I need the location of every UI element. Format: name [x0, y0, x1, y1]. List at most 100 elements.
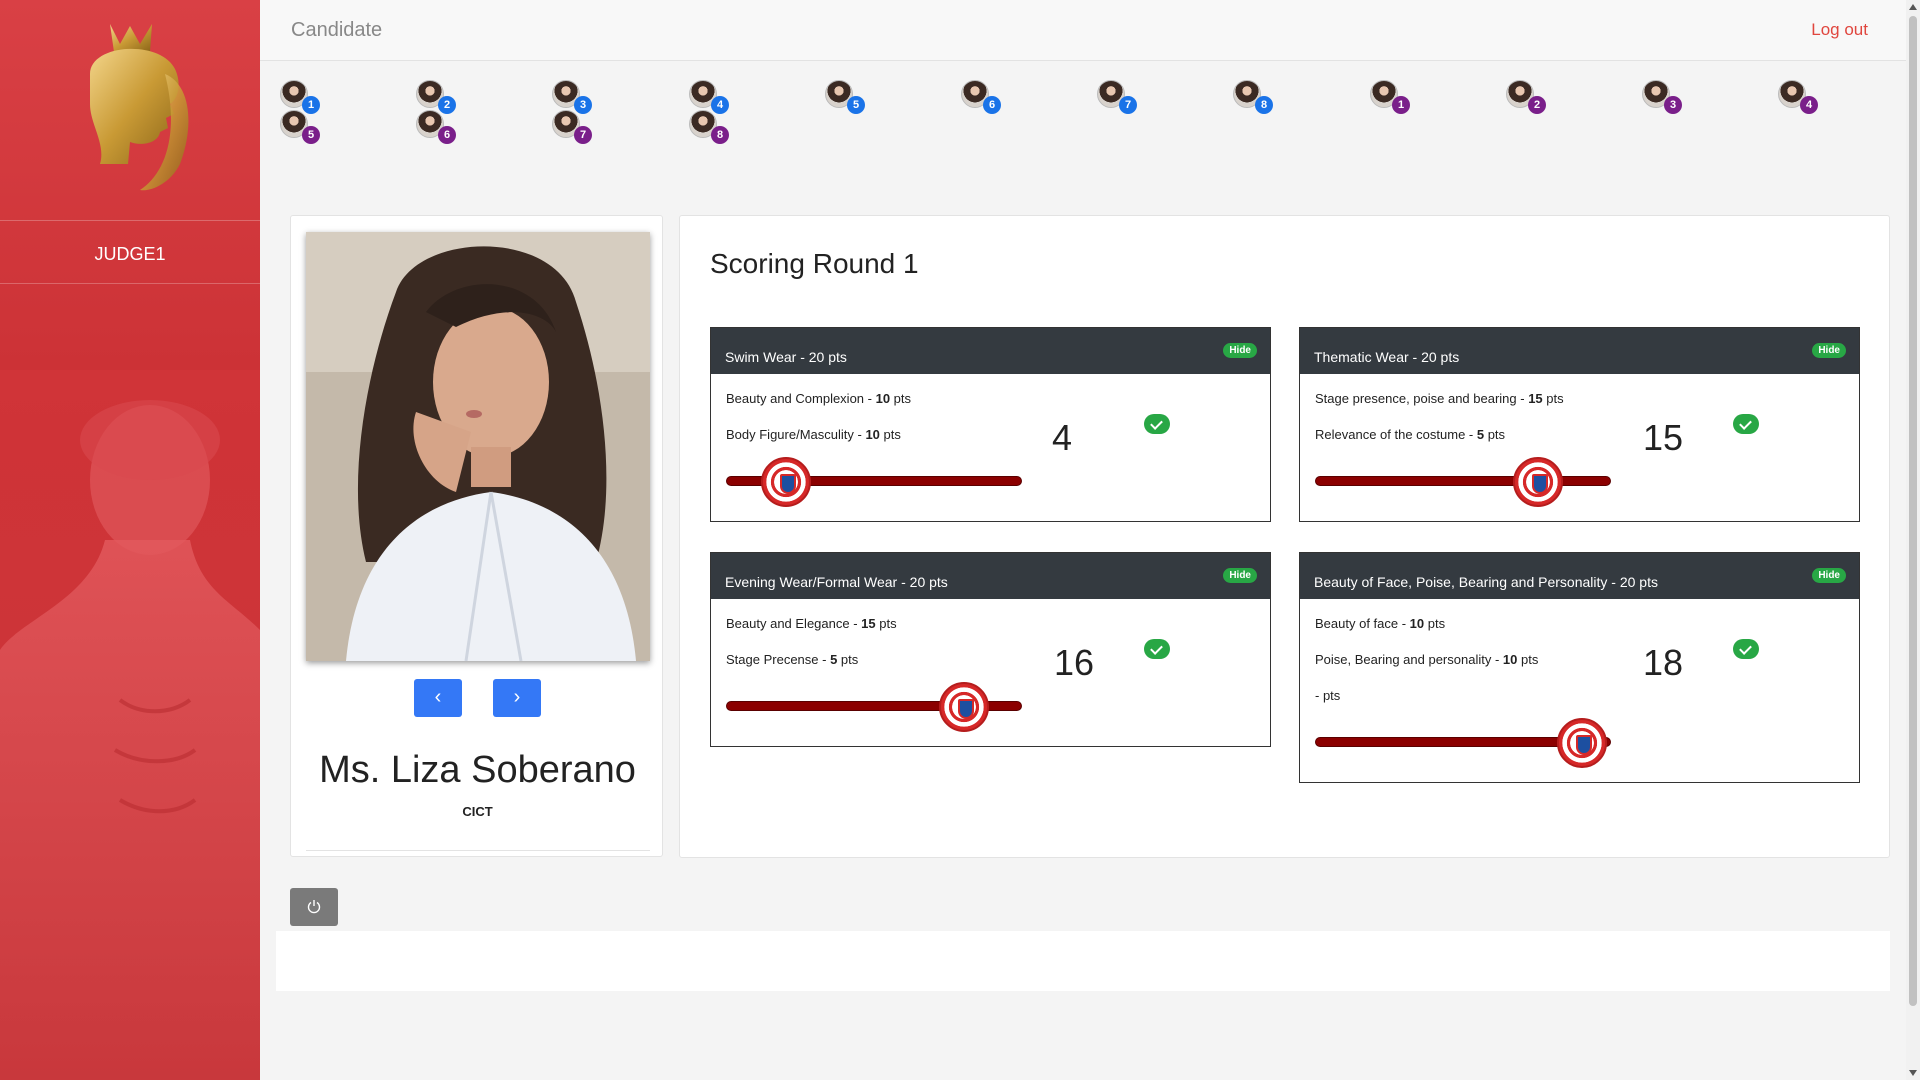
score-slider[interactable] [726, 457, 1022, 507]
candidate-number-badge: 5 [302, 126, 320, 144]
subitem-points: 10 [1502, 652, 1518, 667]
subitem-points: 5 [1476, 427, 1485, 442]
scrollbar-thumb[interactable] [1909, 16, 1917, 1006]
criterion-subitem: Beauty and Complexion - 10 pts [726, 391, 911, 406]
slider-handle-seal-icon[interactable] [1513, 457, 1563, 507]
candidate-number-badge: 8 [1255, 96, 1273, 114]
subitem-points: 10 [865, 427, 880, 442]
candidate-avatar-button[interactable]: 1 [1370, 80, 1414, 114]
next-candidate-button[interactable]: › [493, 679, 541, 717]
hide-button[interactable]: Hide [1812, 343, 1846, 358]
check-icon[interactable] [1733, 639, 1759, 659]
subitem-unit: pts [1424, 616, 1446, 631]
footer-bar [276, 931, 1890, 991]
subitem-unit: pts [1517, 652, 1539, 667]
subitem-unit: pts [1484, 427, 1506, 442]
candidate-avatar-button[interactable]: 4 [689, 80, 733, 114]
candidate-avatar-button[interactable]: 8 [689, 110, 733, 144]
candidate-number-badge: 6 [983, 96, 1001, 114]
subitem-unit: pts [890, 391, 912, 406]
candidate-avatar-button[interactable]: 7 [552, 110, 596, 144]
candidate-avatar-button[interactable]: 1 [280, 80, 324, 114]
subitem-points: 15 [861, 616, 876, 631]
judge-label: JUDGE1 [94, 244, 166, 264]
check-icon[interactable] [1733, 414, 1759, 434]
candidate-department: CICT [462, 804, 493, 819]
slider-handle-seal-icon[interactable] [1557, 718, 1608, 768]
criterion-box: Thematic Wear - 20 pts Hide Stage presence… [1299, 327, 1860, 522]
candidate-avatar-button[interactable]: 5 [825, 80, 869, 114]
power-icon [307, 899, 321, 913]
subitem-points: 10 [1409, 616, 1425, 631]
criterion-score-value: 18 [1643, 642, 1684, 683]
candidate-number-badge: 4 [1800, 96, 1818, 114]
scroll-down-arrow-icon[interactable] [1909, 1070, 1917, 1076]
subitem-unit: pts [1542, 391, 1564, 406]
candidate-avatar-button[interactable]: 8 [1233, 80, 1277, 114]
subitem-unit: pts [879, 427, 901, 442]
power-button[interactable] [290, 888, 338, 926]
score-slider[interactable] [1315, 457, 1611, 507]
criterion-title: Beauty of Face, Poise, Bearing and Perso… [1314, 574, 1658, 590]
criterion-header: Beauty of Face, Poise, Bearing and Perso… [1300, 553, 1859, 599]
candidate-avatar-button[interactable]: 5 [280, 110, 324, 144]
chevron-right-icon: › [513, 686, 521, 708]
candidate-avatar-button[interactable]: 7 [1097, 80, 1141, 114]
candidate-name: Ms. Liza Soberano [319, 749, 636, 791]
sidebar-divider [0, 220, 260, 221]
criterion-header: Evening Wear/Formal Wear - 20 pts Hide [711, 553, 1270, 599]
score-slider[interactable] [726, 682, 1022, 732]
score-slider[interactable] [1315, 718, 1611, 768]
check-icon[interactable] [1144, 414, 1170, 434]
slider-handle-seal-icon[interactable] [761, 457, 812, 507]
scrollbar[interactable] [1906, 0, 1920, 1080]
subitem-label: Beauty and Complexion - [726, 391, 876, 406]
criterion-score-value: 16 [1054, 642, 1095, 683]
previous-candidate-button[interactable]: ‹ [414, 679, 462, 717]
top-header: Candidate Log out [260, 0, 1906, 61]
candidate-number-badge: 2 [1528, 96, 1546, 114]
hide-button[interactable]: Hide [1223, 343, 1257, 358]
criterion-subitem: Poise, Bearing and personality - 10 pts [1315, 652, 1538, 667]
subitem-unit: pts [837, 652, 859, 667]
slider-handle-seal-icon[interactable] [938, 682, 989, 732]
scoring-round-title: Scoring Round 1 [710, 248, 919, 279]
subitem-label: Beauty and Elegance - [726, 616, 862, 631]
criterion-subitem: Stage Precense - 5 pts [726, 652, 858, 667]
subitem-label: Beauty of face - [1315, 616, 1410, 631]
subitem-label: Poise, Bearing and personality - [1315, 652, 1503, 667]
card-divider [306, 850, 650, 851]
sidebar: JUDGE1 [0, 0, 260, 1080]
candidate-avatar-button[interactable]: 6 [416, 110, 460, 144]
criterion-box: Beauty of Face, Poise, Bearing and Perso… [1299, 552, 1860, 783]
candidate-avatar-button[interactable]: 3 [1642, 80, 1686, 114]
scoring-panel: Scoring Round 1 Swim Wear - 20 pts Hide Be… [679, 215, 1890, 858]
candidate-number-badge: 5 [847, 96, 865, 114]
candidate-number-badge: 7 [574, 126, 592, 144]
hide-button[interactable]: Hide [1812, 568, 1846, 583]
subitem-label: Body Figure/Masculity - [726, 427, 866, 442]
chevron-left-icon: ‹ [434, 686, 442, 708]
hide-button[interactable]: Hide [1223, 568, 1257, 583]
subitem-points: 15 [1528, 391, 1543, 406]
scroll-up-arrow-icon[interactable] [1909, 4, 1917, 10]
criterion-subitem: Relevance of the costume - 5 pts [1315, 427, 1505, 442]
candidate-avatar-button[interactable]: 2 [416, 80, 460, 114]
candidate-avatar-button[interactable]: 6 [961, 80, 1005, 114]
candidate-number-badge: 1 [1392, 96, 1410, 114]
candidate-number-badge: 8 [711, 126, 729, 144]
criterion-title: Evening Wear/Formal Wear - 20 pts [725, 574, 948, 590]
statue-background-image [0, 400, 260, 1080]
candidate-number-badge: 6 [438, 126, 456, 144]
candidate-avatar-button[interactable]: 2 [1506, 80, 1550, 114]
criterion-subitem: Body Figure/Masculity - 10 pts [726, 427, 901, 442]
candidate-card: ‹ › Ms. Liza Soberano CICT [290, 215, 663, 857]
candidate-avatar-button[interactable]: 3 [552, 80, 596, 114]
logout-link[interactable]: Log out [1811, 20, 1868, 40]
candidate-avatar-button[interactable]: 4 [1778, 80, 1822, 114]
sidebar-divider [0, 283, 260, 284]
criterion-title: Swim Wear - 20 pts [725, 349, 847, 365]
criterion-subitem: - pts [1315, 688, 1340, 703]
check-icon[interactable] [1144, 639, 1170, 659]
criterion-header: Thematic Wear - 20 pts Hide [1300, 328, 1859, 374]
